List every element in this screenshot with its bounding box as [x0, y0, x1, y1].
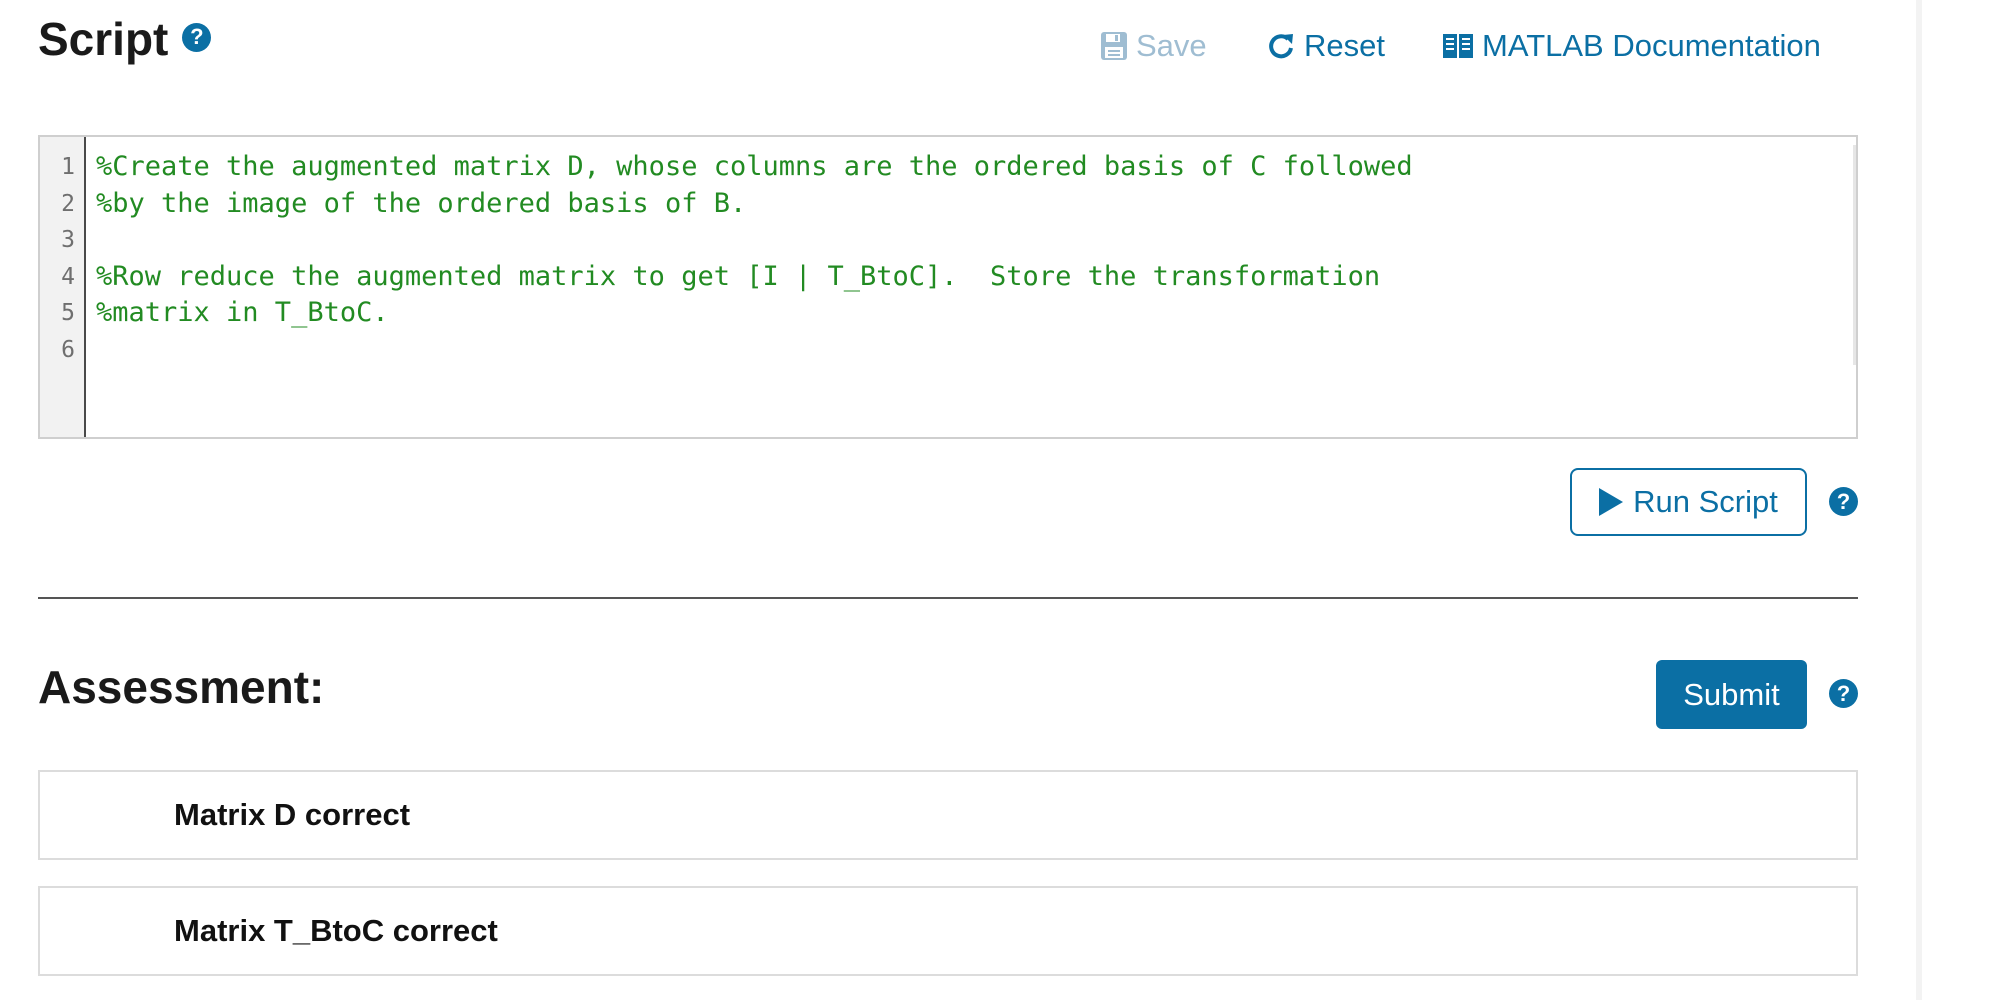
line-number: 2	[61, 190, 75, 217]
run-help-icon[interactable]: ?	[1829, 487, 1858, 516]
floppy-disk-icon	[1101, 32, 1127, 60]
docs-label: MATLAB Documentation	[1482, 28, 1821, 63]
open-book-icon	[1443, 34, 1473, 58]
section-divider	[38, 597, 1858, 599]
code-line[interactable]: %by the image of the ordered basis of B.	[96, 186, 1856, 223]
code-line[interactable]: %Create the augmented matrix D, whose co…	[96, 149, 1856, 186]
save-button[interactable]: Save	[1100, 26, 1207, 66]
assessment-item-label: Matrix D correct	[174, 797, 411, 832]
reset-label: Reset	[1304, 28, 1385, 63]
line-number: 5	[61, 300, 75, 326]
code-line[interactable]	[96, 222, 1856, 259]
page-title: Script	[38, 13, 169, 65]
code-line[interactable]: %matrix in T_BtoC.	[96, 295, 1856, 332]
assessment-item[interactable]: Matrix D correct	[38, 770, 1858, 860]
run-script-label: Run Script	[1633, 484, 1778, 519]
assessment-heading: Assessment:	[38, 661, 325, 713]
submit-help-icon[interactable]: ?	[1829, 679, 1858, 708]
line-number: 1	[61, 154, 75, 180]
line-number-gutter: 1 2 3 4 5 6	[40, 137, 86, 437]
matlab-grader-page: Script ? Save Reset MATLAB Documentation…	[0, 0, 1996, 1000]
page-scrollbar-track[interactable]	[1916, 0, 1922, 1000]
matlab-documentation-link[interactable]: MATLAB Documentation	[1442, 26, 1821, 66]
script-help-icon[interactable]: ?	[182, 22, 212, 52]
save-label: Save	[1136, 28, 1207, 63]
code-line[interactable]: %Row reduce the augmented matrix to get …	[96, 259, 1856, 296]
code-editor[interactable]: 1 2 3 4 5 6 %Create the augmented matrix…	[38, 135, 1858, 439]
submit-button[interactable]: Submit	[1656, 660, 1807, 729]
assessment-item[interactable]: Matrix T_BtoC correct	[38, 886, 1858, 976]
assessment-item-label: Matrix T_BtoC correct	[174, 913, 498, 948]
run-script-button[interactable]: Run Script	[1570, 468, 1807, 536]
line-number: 3	[61, 227, 75, 253]
play-icon	[1599, 488, 1624, 516]
line-number: 4	[61, 263, 75, 290]
editor-scrollbar[interactable]	[1853, 145, 1856, 365]
reset-button[interactable]: Reset	[1266, 26, 1385, 66]
script-heading: Script ?	[38, 12, 212, 66]
line-number: 6	[61, 336, 75, 363]
code-area[interactable]: %Create the augmented matrix D, whose co…	[86, 137, 1856, 437]
code-line[interactable]	[96, 332, 1856, 369]
redo-arrow-icon	[1269, 34, 1293, 59]
